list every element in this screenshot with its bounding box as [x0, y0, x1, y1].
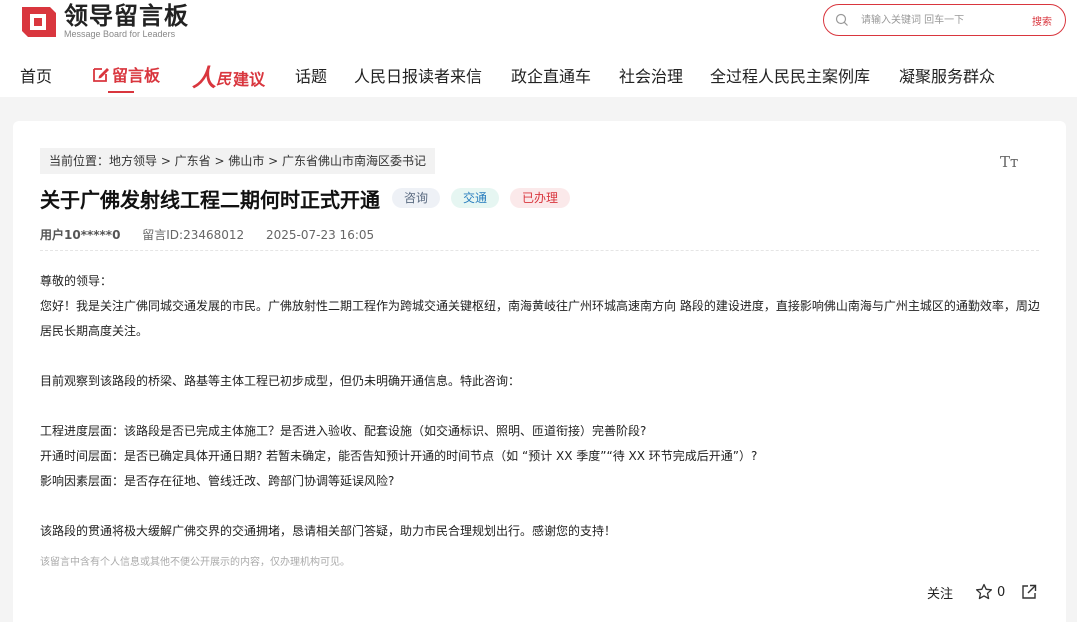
nav-social-governance[interactable]: 社会治理 — [619, 63, 683, 87]
logo-subtitle: Message Board for Leaders — [64, 29, 176, 39]
message-content: 尊敬的领导： 您好！我是关注广佛同城交通发展的市民。广佛放射性二期工程作为跨城交… — [40, 269, 1045, 544]
like-button[interactable]: 0 — [975, 583, 1005, 601]
title-row: 关于广佛发射线工程二期何时正式开通 咨询 交通 已办理 — [40, 182, 571, 214]
font-size-icon[interactable]: Tт — [1000, 153, 1018, 171]
nav-democracy-cases[interactable]: 全过程人民民主案例库 — [710, 63, 870, 87]
main-nav: 首页 留言板 人 民 建议 话题 人民日报读者来信 政企直通车 社会治理 全过程… — [0, 58, 1077, 94]
content-question: 工程进度层面：该路段是否已完成主体施工？是否进入验收、配套设施（如交通标识、照明… — [40, 424, 647, 438]
nav-home[interactable]: 首页 — [20, 63, 52, 87]
author: 用户10*****0 — [40, 228, 121, 242]
logo-icon — [22, 7, 56, 37]
message-meta: 用户10*****0 留言ID:23468012 2025-07-23 16:0… — [40, 226, 392, 243]
logo[interactable]: 领导留言板 Message Board for Leaders — [20, 2, 189, 40]
edit-icon — [93, 68, 109, 82]
content-question: 影响因素层面：是否存在征地、管线迁改、跨部门协调等延误风险? — [40, 474, 395, 488]
tag-consult: 咨询 — [392, 188, 441, 208]
divider — [40, 250, 1039, 251]
tag-traffic: 交通 — [451, 188, 500, 208]
message-id: 留言ID:23468012 — [142, 228, 245, 242]
nav-active-underline — [108, 91, 134, 93]
content-paragraph: 您好！我是关注广佛同城交通发展的市民。广佛放射性二期工程作为跨城交通关键枢纽，南… — [40, 299, 1040, 338]
nav-topics[interactable]: 话题 — [295, 63, 327, 87]
content-closing: 该路段的贯通将极大缓解广佛交界的交通拥堵，恳请相关部门答疑，助力市民合理规划出行… — [40, 524, 617, 538]
search-input[interactable] — [861, 10, 1011, 30]
top-bar: 领导留言板 Message Board for Leaders 搜索 首页 留言… — [0, 0, 1077, 97]
page-title: 关于广佛发射线工程二期何时正式开通 — [40, 187, 380, 212]
follow-button[interactable]: 关注 — [927, 583, 953, 602]
message-card: 当前位置：地方领导 > 广东省 > 佛山市 > 广东省佛山市南海区委书记 Tт … — [13, 121, 1066, 622]
like-count: 0 — [997, 584, 1006, 600]
content-greeting: 尊敬的领导： — [40, 274, 113, 288]
privacy-notice: 该留言中含有个人信息或其他不便公开展示的内容，仅办理机构可见。 — [40, 557, 350, 568]
logo-title: 领导留言板 — [64, 2, 189, 30]
timestamp: 2025-07-23 16:05 — [266, 228, 375, 242]
status-badge: 已办理 — [510, 188, 571, 208]
nav-message-board-label: 留言板 — [112, 66, 161, 85]
nav-message-board[interactable]: 留言板 — [92, 62, 160, 86]
share-icon[interactable] — [1020, 583, 1038, 601]
brand-ren: 人 — [192, 63, 216, 92]
search-box: 搜索 — [823, 4, 1066, 36]
search-icon — [835, 13, 848, 26]
nav-letters[interactable]: 人民日报读者来信 — [354, 63, 482, 87]
search-button[interactable]: 搜索 — [1032, 13, 1052, 28]
nav-gov-enterprise[interactable]: 政企直通车 — [511, 63, 591, 87]
nav-serve-masses[interactable]: 凝聚服务群众 — [899, 63, 995, 87]
content-paragraph: 目前观察到该路段的桥梁、路基等主体工程已初步成型，但仍未明确开通信息。特此咨询： — [40, 374, 521, 388]
breadcrumb: 当前位置：地方领导 > 广东省 > 佛山市 > 广东省佛山市南海区委书记 — [40, 148, 436, 174]
content-question: 开通时间层面：是否已确定具体开通日期? 若暂未确定，能否告知预计开通的时间节点（… — [40, 449, 758, 463]
nav-people-suggestion[interactable]: 人 民 建议 — [192, 58, 265, 93]
star-icon — [975, 583, 993, 600]
brand-min: 民 — [216, 69, 232, 88]
brand-jianyi-label: 建议 — [233, 69, 266, 89]
action-bar: 关注 0 — [927, 581, 1038, 603]
